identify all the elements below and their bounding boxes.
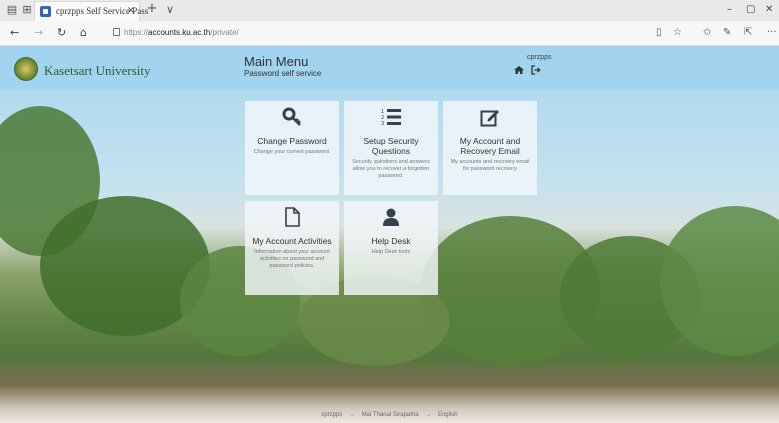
key-icon [282,107,301,126]
edit-icon [480,110,499,127]
university-name[interactable]: Kasetsart University [44,63,151,79]
home-icon[interactable] [514,66,524,74]
footer-username: cprzpps [321,412,343,418]
account-activities-tile[interactable]: My Account Activities Information about … [245,201,339,295]
notes-icon[interactable]: ✎ [723,27,731,38]
browser-tab[interactable]: cprzpps Self Service Pass × [34,1,148,21]
footer-link-language[interactable]: English [438,412,458,418]
refresh-icon[interactable]: ↻ [57,27,66,39]
page-subtitle: Password self service [244,69,322,78]
svg-text:3: 3 [381,121,384,127]
tile-title: My Account Activities [252,236,332,246]
browser-tab-bar: ▤ ⊞ cprzpps Self Service Pass × + ∨ – ▢ … [0,0,779,21]
maximize-button[interactable]: ▢ [746,4,755,15]
help-desk-tile[interactable]: Help Desk Help Desk tools [344,201,438,295]
user-icon [383,208,399,226]
back-icon[interactable]: ← [10,27,19,39]
page-title: Main Menu [244,54,309,69]
footer-arrow: → [349,412,356,418]
forward-icon[interactable]: → [34,27,43,39]
favicon-icon [40,6,51,17]
tile-title: My Account and Recovery Email [459,136,521,156]
recovery-email-tile[interactable]: My Account and Recovery Email My account… [443,101,537,195]
logout-icon[interactable] [531,65,541,75]
tile-title: Help Desk [371,236,411,246]
footer-link-name[interactable]: Mai Thanai Sirapatha [362,412,419,418]
tab-close-icon[interactable]: × [127,5,135,16]
share-icon[interactable]: ⇱ [744,27,752,38]
address-bar-row: ← → ↻ ⌂ https://accounts.ku.ac.th/privat… [0,21,779,46]
security-questions-tile[interactable]: 1 2 3 Setup Security Questions Security … [344,101,438,195]
reading-view-icon[interactable]: ▯ [656,27,662,38]
favorites-icon[interactable]: ✩ [703,27,711,38]
list-ordered-icon: 1 2 3 [381,109,401,127]
username-label: cprzpps [527,54,552,61]
tab-preview-icon[interactable]: ⊞ [21,4,33,16]
more-icon[interactable]: ··· [767,27,777,38]
tile-description: Information about your account activitie… [254,249,330,269]
tile-description: Help Desk tools [371,249,411,255]
footer-breadcrumb: cprzpps → Mai Thanai Sirapatha → English [0,412,779,418]
footer-arrow: → [425,412,432,418]
tile-description: Security questions and answers allow you… [352,159,430,179]
lock-icon [113,28,120,36]
tile-title: Change Password [257,136,327,146]
minimize-button[interactable]: – [727,4,732,15]
tab-list-button[interactable]: ∨ [164,4,176,16]
home-icon[interactable]: ⌂ [80,27,87,39]
favorite-star-icon[interactable]: ☆ [673,27,682,38]
tab-actions-icon[interactable]: ▤ [6,4,18,16]
new-tab-button[interactable]: + [146,2,158,15]
url-field[interactable]: https://accounts.ku.ac.th/private/ [124,28,239,37]
tile-description: My accounts and recovery email for passw… [450,159,530,172]
close-window-button[interactable]: ✕ [765,4,773,15]
document-icon [285,207,300,227]
change-password-tile[interactable]: Change Password Change your current pass… [245,101,339,195]
tile-description: Change your current password. [253,149,331,155]
university-logo[interactable] [14,57,38,81]
tile-title: Setup Security Questions [363,136,419,156]
